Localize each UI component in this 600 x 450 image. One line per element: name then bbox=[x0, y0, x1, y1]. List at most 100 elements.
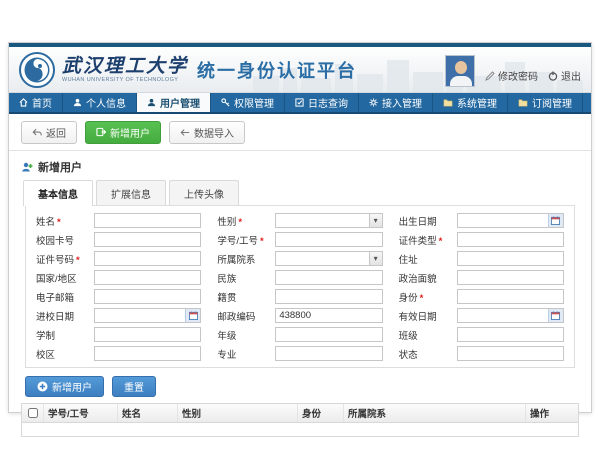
field-campus-card: 校园卡号 bbox=[36, 232, 201, 247]
grade-input[interactable] bbox=[275, 327, 382, 342]
status-input[interactable] bbox=[457, 346, 564, 361]
field-email: 电子邮箱 bbox=[36, 289, 201, 304]
campus-card-input[interactable] bbox=[94, 232, 201, 247]
tab-basic-info[interactable]: 基本信息 bbox=[23, 180, 93, 206]
field-label: 籍贯 bbox=[217, 290, 275, 304]
calendar-icon[interactable] bbox=[548, 309, 563, 322]
political-status-input[interactable] bbox=[457, 270, 564, 285]
field-label: 状态 bbox=[399, 347, 457, 361]
tab-extended-info[interactable]: 扩展信息 bbox=[96, 180, 166, 205]
name-input[interactable] bbox=[94, 213, 201, 228]
avatar-body bbox=[450, 76, 472, 87]
department-select[interactable] bbox=[275, 251, 382, 266]
submit-add-user-button[interactable]: 新增用户 bbox=[25, 376, 104, 397]
key-icon bbox=[221, 98, 230, 107]
ethnicity-input[interactable] bbox=[275, 270, 382, 285]
field-label: 专业 bbox=[217, 347, 275, 361]
field-country-region: 国家/地区 bbox=[36, 270, 201, 285]
select-all-checkbox[interactable] bbox=[28, 408, 38, 418]
gender-select[interactable] bbox=[275, 213, 382, 228]
field-label: 邮政编码 bbox=[217, 309, 275, 323]
nav-label: 接入管理 bbox=[382, 95, 422, 110]
add-user-toolbar-button[interactable]: 新增用户 bbox=[85, 121, 161, 144]
field-department: 所属院系 ▾ bbox=[217, 251, 382, 266]
column-operations: 操作 bbox=[526, 404, 578, 422]
nav-item-system-management[interactable]: 系统管理 bbox=[433, 93, 508, 112]
calendar-icon[interactable] bbox=[185, 309, 200, 322]
field-class: 班级 bbox=[399, 327, 564, 342]
gear-icon bbox=[369, 98, 378, 107]
id-number-input[interactable] bbox=[94, 251, 201, 266]
native-place-input[interactable] bbox=[275, 289, 382, 304]
reset-button[interactable]: 重置 bbox=[112, 376, 156, 397]
field-postal-code: 邮政编码 bbox=[217, 308, 382, 323]
home-icon bbox=[19, 98, 28, 107]
nav-item-log-query[interactable]: 日志查询 bbox=[285, 93, 359, 112]
main-nav: 首页 个人信息 用户管理 权限管理 日志查询 接入管理 系统管理 订阅管理 bbox=[9, 93, 591, 114]
nav-item-personal-info[interactable]: 个人信息 bbox=[63, 93, 137, 112]
section-title-row: 新增用户 bbox=[9, 151, 591, 180]
class-input[interactable] bbox=[457, 327, 564, 342]
add-user-toolbar-label: 新增用户 bbox=[110, 125, 150, 140]
country-region-input[interactable] bbox=[94, 270, 201, 285]
tab-upload-avatar[interactable]: 上传头像 bbox=[169, 180, 239, 205]
required-asterisk: * bbox=[57, 217, 61, 228]
form-grid: 姓名* 性别* ▾ 出生日期 校园卡号 学号/工号* 证件类型* bbox=[36, 213, 564, 361]
field-label: 身份* bbox=[399, 290, 457, 304]
identity-input[interactable] bbox=[457, 289, 564, 304]
field-identity: 身份* bbox=[399, 289, 564, 304]
university-name-zh: 武汉理工大学 bbox=[62, 57, 188, 76]
nav-label: 权限管理 bbox=[234, 95, 274, 110]
back-button-label: 返回 bbox=[46, 125, 66, 140]
nav-label: 日志查询 bbox=[308, 95, 348, 110]
study-length-input[interactable] bbox=[94, 327, 201, 342]
field-label: 住址 bbox=[399, 252, 457, 266]
chevron-down-icon[interactable]: ▾ bbox=[369, 214, 382, 227]
field-major: 专业 bbox=[217, 346, 382, 361]
data-import-button[interactable]: 数据导入 bbox=[169, 121, 245, 144]
person-plus-icon bbox=[21, 161, 33, 173]
field-label: 出生日期 bbox=[399, 214, 457, 228]
nav-item-subscription-management[interactable]: 订阅管理 bbox=[508, 93, 583, 112]
field-label: 学号/工号* bbox=[217, 233, 275, 247]
calendar-icon[interactable] bbox=[548, 214, 563, 227]
field-status: 状态 bbox=[399, 346, 564, 361]
field-label: 证件号码* bbox=[36, 252, 94, 266]
university-name-en: WUHAN UNIVERSITY OF TECHNOLOGY bbox=[62, 77, 188, 83]
major-input[interactable] bbox=[275, 346, 382, 361]
address-input[interactable] bbox=[457, 251, 564, 266]
nav-label: 用户管理 bbox=[160, 95, 200, 110]
field-label: 学制 bbox=[36, 328, 94, 342]
nav-item-home[interactable]: 首页 bbox=[9, 93, 63, 112]
field-birth-date: 出生日期 bbox=[399, 213, 564, 228]
nav-item-user-management[interactable]: 用户管理 bbox=[137, 93, 211, 112]
id-type-input[interactable] bbox=[457, 232, 564, 247]
postal-code-input[interactable] bbox=[275, 308, 382, 323]
tab-bar: 基本信息 扩展信息 上传头像 bbox=[9, 180, 591, 205]
field-label: 班级 bbox=[399, 328, 457, 342]
change-password-link[interactable]: 修改密码 bbox=[485, 68, 538, 83]
nav-label: 订阅管理 bbox=[532, 95, 572, 110]
field-label: 年级 bbox=[217, 328, 275, 342]
field-grade: 年级 bbox=[217, 327, 382, 342]
user-avatar[interactable] bbox=[445, 55, 475, 87]
back-arrow-icon bbox=[32, 128, 42, 137]
student-id-input[interactable] bbox=[275, 232, 382, 247]
field-political-status: 政治面貌 bbox=[399, 270, 564, 285]
data-import-label: 数据导入 bbox=[194, 125, 234, 140]
chevron-down-icon[interactable]: ▾ bbox=[369, 252, 382, 265]
field-id-type: 证件类型* bbox=[399, 232, 564, 247]
email-input[interactable] bbox=[94, 289, 201, 304]
nav-label: 系统管理 bbox=[457, 95, 497, 110]
field-address: 住址 bbox=[399, 251, 564, 266]
field-native-place: 籍贯 bbox=[217, 289, 382, 304]
plus-circle-icon bbox=[37, 381, 48, 392]
power-icon bbox=[548, 71, 558, 81]
nav-item-permission-management[interactable]: 权限管理 bbox=[211, 93, 285, 112]
back-button[interactable]: 返回 bbox=[21, 121, 77, 144]
field-name: 姓名* bbox=[36, 213, 201, 228]
nav-item-access-management[interactable]: 接入管理 bbox=[359, 93, 433, 112]
logout-link[interactable]: 退出 bbox=[548, 68, 581, 83]
required-asterisk: * bbox=[260, 236, 264, 247]
campus-input[interactable] bbox=[94, 346, 201, 361]
